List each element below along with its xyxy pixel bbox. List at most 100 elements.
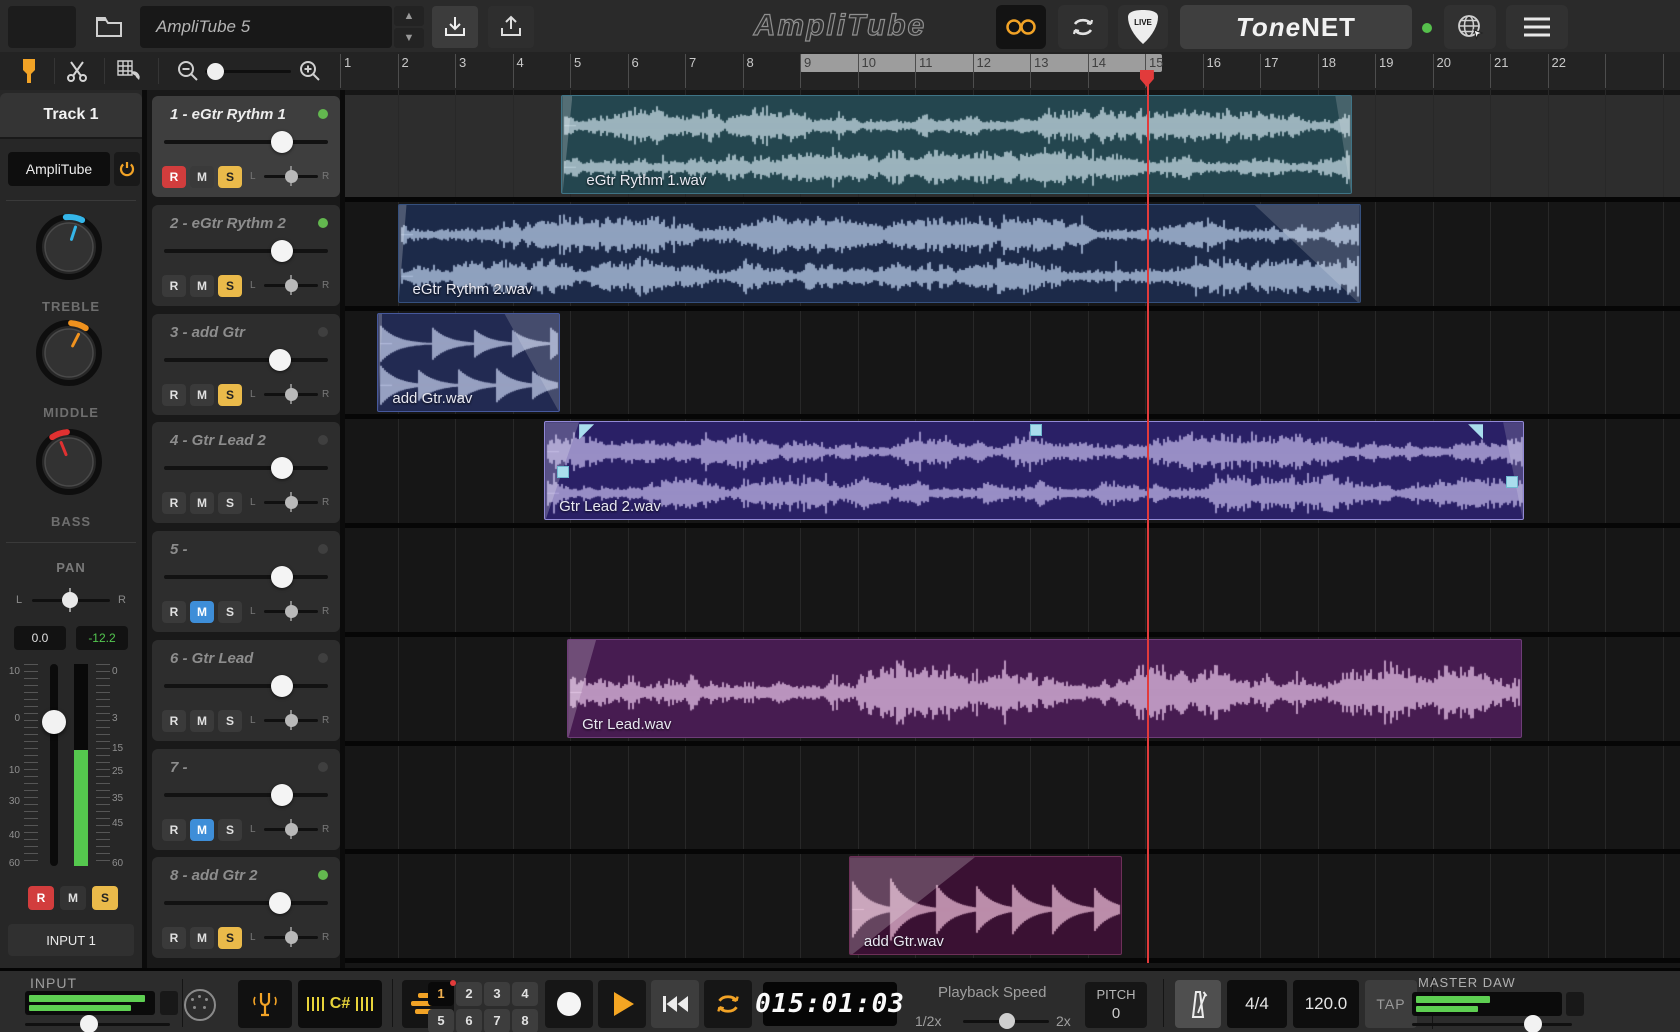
knob-middle[interactable] bbox=[35, 319, 103, 387]
track-mute-button[interactable]: M bbox=[190, 927, 214, 949]
track-panel-1[interactable]: 1 - eGtr Rythm 1RMSLR bbox=[152, 96, 340, 197]
playback-speed-slider[interactable] bbox=[963, 1020, 1049, 1023]
track-mute-button[interactable]: M bbox=[190, 166, 214, 188]
track-volume-slider[interactable] bbox=[164, 466, 328, 470]
track-pan-handle[interactable] bbox=[285, 496, 298, 509]
track-mute-button[interactable]: M bbox=[190, 819, 214, 841]
looper-track-cell-7[interactable]: 7 bbox=[484, 1009, 510, 1032]
project-title-field[interactable]: AmpliTube 5 bbox=[140, 6, 392, 48]
time-display[interactable]: 015:01:03 bbox=[763, 982, 897, 1026]
record-button[interactable] bbox=[545, 980, 593, 1028]
tuner-button[interactable] bbox=[238, 980, 292, 1028]
track-mute-button[interactable]: M bbox=[190, 384, 214, 406]
track-pan-handle[interactable] bbox=[285, 388, 298, 401]
track-pan-handle[interactable] bbox=[285, 170, 298, 183]
looper-track-cell-8[interactable]: 8 bbox=[512, 1009, 538, 1032]
timeline-arrange-area[interactable]: eGtr Rythm 1.wav eGtr Rythm 2.wav add Gtr.… bbox=[345, 90, 1680, 968]
pan-value-box[interactable]: 0.0 bbox=[14, 626, 66, 650]
track-volume-slider[interactable] bbox=[164, 140, 328, 144]
plugin-power-button[interactable] bbox=[114, 152, 140, 186]
recorder-button[interactable] bbox=[996, 5, 1046, 49]
track-panel-6[interactable]: 6 - Gtr LeadRMSLR bbox=[152, 640, 340, 741]
audio-clip[interactable]: add Gtr.wav bbox=[377, 313, 560, 412]
track-volume-handle[interactable] bbox=[271, 457, 293, 479]
looper-track-cell-5[interactable]: 5 bbox=[428, 1009, 454, 1032]
track-volume-handle[interactable] bbox=[271, 566, 293, 588]
track-solo-button[interactable]: S bbox=[218, 492, 242, 514]
main-menu-button[interactable] bbox=[1506, 5, 1568, 49]
track-volume-slider[interactable] bbox=[164, 901, 328, 905]
preset-down-button[interactable]: ▼ bbox=[394, 28, 424, 48]
sidebar-record-arm-button[interactable]: R bbox=[28, 886, 54, 910]
timeline-ruler[interactable]: 12345678910111213141516171819202122 bbox=[0, 52, 1680, 88]
track-solo-button[interactable]: S bbox=[218, 275, 242, 297]
pan-slider-knob[interactable] bbox=[62, 592, 78, 608]
track-solo-button[interactable]: S bbox=[218, 601, 242, 623]
playback-speed-handle[interactable] bbox=[999, 1013, 1015, 1029]
play-button[interactable] bbox=[598, 980, 646, 1028]
track-pan-handle[interactable] bbox=[285, 823, 298, 836]
input-gain-slider[interactable] bbox=[25, 1023, 170, 1026]
clip-handle-left-middle[interactable] bbox=[557, 466, 569, 478]
looper-track-cell-1[interactable]: 1 bbox=[428, 982, 454, 1006]
pan-slider[interactable]: L R bbox=[0, 588, 142, 612]
open-folder-button[interactable] bbox=[86, 8, 132, 46]
audio-clip[interactable]: eGtr Rythm 1.wav bbox=[561, 95, 1352, 194]
preset-up-button[interactable]: ▲ bbox=[394, 6, 424, 26]
knob-treble[interactable] bbox=[35, 213, 103, 281]
master-volume-slider[interactable] bbox=[1412, 1023, 1572, 1026]
track-solo-button[interactable]: S bbox=[218, 927, 242, 949]
metronome-button[interactable] bbox=[1175, 980, 1221, 1028]
track-volume-slider[interactable] bbox=[164, 793, 328, 797]
tuner-note-display[interactable]: C# bbox=[298, 980, 382, 1028]
track-volume-handle[interactable] bbox=[269, 892, 291, 914]
looper-track-cell-2[interactable]: 2 bbox=[456, 982, 482, 1006]
track-solo-button[interactable]: S bbox=[218, 384, 242, 406]
volume-fader-handle[interactable] bbox=[42, 710, 66, 734]
looper-track-cell-3[interactable]: 3 bbox=[484, 982, 510, 1006]
looper-track-cell-4[interactable]: 4 bbox=[512, 982, 538, 1006]
track-record-arm-button[interactable]: R bbox=[162, 384, 186, 406]
audio-clip[interactable]: eGtr Rythm 2.wav bbox=[398, 204, 1361, 303]
track-record-arm-button[interactable]: R bbox=[162, 927, 186, 949]
clip-handle-right-middle[interactable] bbox=[1506, 476, 1518, 488]
preset-slot-button[interactable] bbox=[8, 6, 76, 48]
track-record-arm-button[interactable]: R bbox=[162, 166, 186, 188]
track-volume-handle[interactable] bbox=[271, 675, 293, 697]
knob-bass[interactable] bbox=[35, 428, 103, 496]
track-volume-handle[interactable] bbox=[271, 240, 293, 262]
track-record-arm-button[interactable]: R bbox=[162, 275, 186, 297]
track-pan-handle[interactable] bbox=[285, 714, 298, 727]
track-solo-button[interactable]: S bbox=[218, 710, 242, 732]
input-gain-handle[interactable] bbox=[80, 1015, 98, 1032]
track-mute-button[interactable]: M bbox=[190, 275, 214, 297]
track-volume-slider[interactable] bbox=[164, 358, 328, 362]
track-panel-2[interactable]: 2 - eGtr Rythm 2RMSLR bbox=[152, 205, 340, 306]
transport-loop-button[interactable] bbox=[704, 980, 752, 1028]
track-panel-3[interactable]: 3 - add GtrRMSLR bbox=[152, 314, 340, 415]
looper-track-cell-6[interactable]: 6 bbox=[456, 1009, 482, 1032]
track-record-arm-button[interactable]: R bbox=[162, 492, 186, 514]
track-header[interactable]: Track 1 bbox=[0, 93, 142, 139]
track-record-arm-button[interactable]: R bbox=[162, 819, 186, 841]
track-volume-handle[interactable] bbox=[269, 349, 291, 371]
track-volume-slider[interactable] bbox=[164, 575, 328, 579]
track-volume-handle[interactable] bbox=[271, 131, 293, 153]
tonenet-button[interactable]: ToneNET bbox=[1180, 5, 1412, 49]
pitch-control[interactable]: PITCH 0 bbox=[1085, 982, 1147, 1028]
loop-mode-button[interactable] bbox=[1058, 5, 1108, 49]
track-solo-button[interactable]: S bbox=[218, 819, 242, 841]
plugin-button[interactable]: AmpliTube bbox=[8, 152, 110, 186]
audio-clip[interactable]: add Gtr.wav bbox=[849, 856, 1122, 955]
rewind-button[interactable] bbox=[651, 980, 699, 1028]
master-volume-handle[interactable] bbox=[1524, 1015, 1542, 1032]
browser-button[interactable] bbox=[1444, 5, 1496, 49]
track-record-arm-button[interactable]: R bbox=[162, 710, 186, 732]
track-panel-5[interactable]: 5 -RMSLR bbox=[152, 531, 340, 632]
track-panel-7[interactable]: 7 -RMSLR bbox=[152, 749, 340, 850]
midi-button[interactable] bbox=[184, 989, 216, 1021]
export-button[interactable] bbox=[488, 6, 534, 48]
track-pan-handle[interactable] bbox=[285, 279, 298, 292]
sidebar-mute-button[interactable]: M bbox=[60, 886, 86, 910]
track-panel-8[interactable]: 8 - add Gtr 2RMSLR bbox=[152, 857, 340, 958]
